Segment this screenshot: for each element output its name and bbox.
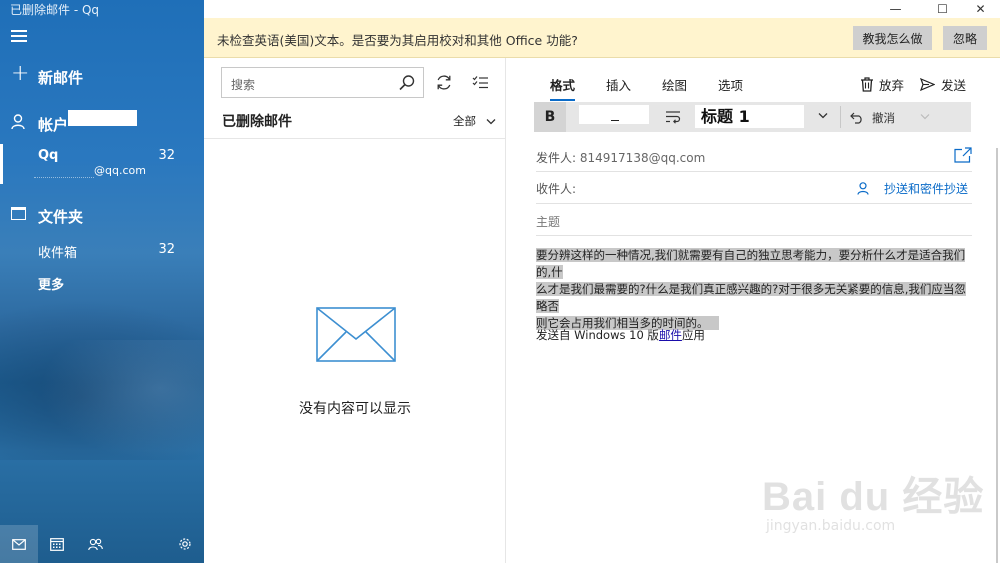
sidebar: 已删除邮件 - Qq + 新邮件 帐户 Qq 32 @qq.com 文件夹 收件… [0,0,204,563]
minimize-icon: — [889,2,902,16]
from-field[interactable]: 发件人: 814917138@qq.com [536,144,972,172]
person-icon [857,182,869,195]
sidebar-bottom-bar [0,525,204,563]
to-field[interactable]: 收件人: 抄送和密件抄送 [536,176,972,204]
tab-options[interactable]: 选项 [718,75,743,100]
account-item-qq[interactable]: Qq 32 @qq.com [0,144,204,188]
people-icon[interactable] [76,525,114,563]
cc-bcc-button[interactable]: 抄送和密件抄送 [857,180,968,197]
body-line: 要分辨这样的一种情况,我们就需要有自己的独立思考能力，要分析什么才是适合我们的,… [536,248,966,279]
new-mail-button[interactable]: + 新邮件 [0,61,204,88]
settings-icon[interactable] [166,525,204,563]
new-mail-label: 新邮件 [38,69,84,87]
cc-bcc-label: 抄送和密件抄送 [883,182,968,196]
inbox-label: 收件箱 [38,246,78,261]
search-placeholder: 搜索 [231,78,256,92]
ignore-button[interactable]: 忽略 [943,26,987,50]
undo-icon [850,112,862,124]
tab-insert[interactable]: 插入 [606,75,631,100]
redacted-block [579,105,649,124]
from-label: 发件人: 814917138@qq.com [536,151,706,165]
hamburger-menu-icon[interactable] [11,30,27,44]
folders-label: 文件夹 [38,208,84,226]
toolbar-separator [840,106,841,128]
account-email: @qq.com [94,164,146,177]
search-input[interactable]: 搜索 [221,67,424,98]
paragraph-format-icon[interactable] [665,110,681,124]
search-icon[interactable] [398,74,416,92]
baidu-watermark: Bai du 经验 jingyan.baidu.com [762,452,990,540]
folder-item-more[interactable]: 更多 [0,272,204,293]
accounts-header[interactable]: 帐户 [0,110,204,134]
trash-icon [861,77,873,92]
undo-button[interactable]: 撤消 [850,110,895,126]
subject-placeholder: 主题 [536,215,561,229]
selection-mode-icon[interactable] [472,75,489,89]
sync-icon[interactable] [435,74,453,91]
send-icon [920,78,935,91]
tab-draw[interactable]: 绘图 [662,75,687,100]
person-icon [11,114,25,130]
bold-button[interactable]: B [534,102,566,132]
redacted-email-prefix [34,164,94,178]
window-title: 已删除邮件 - Qq [10,3,100,17]
scrollbar[interactable] [996,148,998,563]
chevron-down-icon[interactable] [818,112,828,119]
tab-format[interactable]: 格式 [550,75,576,101]
teach-me-button[interactable]: 教我怎么做 [853,26,932,50]
mail-icon[interactable] [0,525,38,563]
message-list-pane: 搜索 已删除邮件 全部 没有内容可以显示 [204,58,506,563]
send-button[interactable]: 发送 [920,75,966,94]
divider [204,138,506,139]
folder-title: 已删除邮件 [222,114,292,130]
undo-label: 撤消 [872,111,895,125]
watermark-brand: Bai du 经验 [762,475,985,519]
chevron-down-icon [486,119,496,125]
folder-item-inbox[interactable]: 收件箱 32 [0,240,204,261]
to-label: 收件人: [536,182,577,196]
info-message: 未检查英语(美国)文本。是否要为其启用校对和其他 Office 功能? [217,33,578,48]
message-body[interactable]: 要分辨这样的一种情况,我们就需要有自己的独立思考能力，要分析什么才是适合我们的,… [536,247,972,332]
from-value: 814917138@qq.com [579,151,706,165]
folders-header[interactable]: 文件夹 [0,202,204,226]
accounts-label: 帐户 [38,116,69,134]
mail-app-link[interactable]: 邮件 [659,328,682,342]
ribbon-tabs: 格式 插入 绘图 选项 [550,75,774,101]
minimize-button[interactable]: — [873,0,918,18]
discard-label: 放弃 [879,78,905,93]
body-line: 么才是我们最需要的?什么是我们真正感兴趣的?对于很多无关紧要的信息,我们应当忽略… [536,282,966,313]
discard-button[interactable]: 放弃 [860,75,904,94]
send-label: 发送 [941,78,967,93]
maximize-icon: ☐ [937,2,948,16]
close-icon: ✕ [975,2,986,16]
chevron-down-icon[interactable] [920,113,930,120]
empty-state-message: 没有内容可以显示 [299,401,411,417]
inbox-count: 32 [158,242,175,257]
filter-dropdown[interactable]: 全部 [453,113,496,129]
subject-field[interactable]: 主题 [536,208,972,236]
selected-indicator [0,144,3,184]
more-label: 更多 [38,278,65,293]
style-selector[interactable]: 标题 1 [695,105,804,128]
format-toolbar: B 标题 1 撤消 [534,102,971,132]
plus-icon: + [11,61,30,86]
envelope-icon [316,307,396,362]
proofing-info-bar: 未检查英语(美国)文本。是否要为其启用校对和其他 Office 功能? 教我怎么… [204,18,1000,58]
account-name: Qq [38,148,59,163]
close-button[interactable]: ✕ [958,0,1000,18]
filter-label: 全部 [453,114,476,128]
folder-icon [11,207,26,220]
signature: 发送自 Windows 10 版邮件应用 [536,328,705,342]
calendar-icon[interactable] [38,525,76,563]
redacted-block [68,110,137,126]
account-unread-count: 32 [158,148,175,163]
pop-out-icon[interactable] [954,147,972,163]
watermark-url: jingyan.baidu.com [766,518,896,534]
